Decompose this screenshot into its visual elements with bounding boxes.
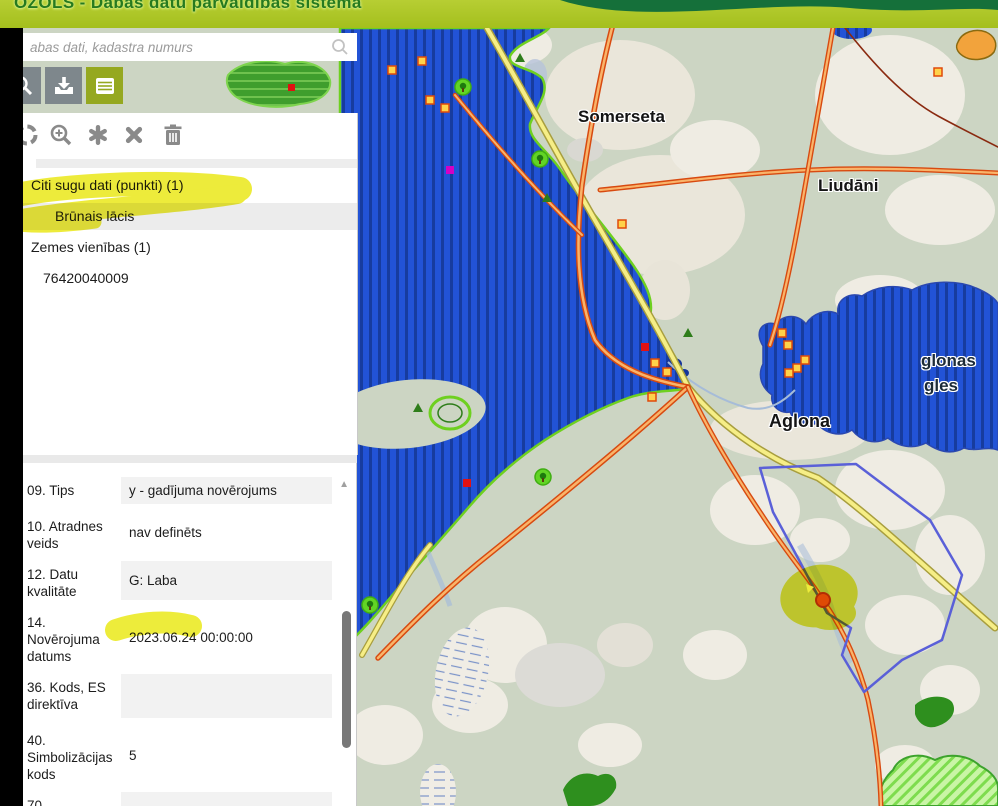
map-label-somerseta: Somerseta (578, 107, 665, 126)
asterisk-icon[interactable] (86, 123, 110, 147)
search-input[interactable] (23, 33, 331, 61)
map-label-lake-line2: gles (924, 376, 959, 395)
map-results-button[interactable] (86, 67, 123, 104)
zoom-in-icon[interactable] (49, 123, 73, 147)
attribute-value: 2023.06.24 00:00:00 (129, 629, 253, 645)
table-icon (95, 77, 114, 94)
app-header: OZOLS - Dabas datu pārvaldības sistēma (0, 0, 998, 28)
habitat-polygon-hatched (225, 60, 332, 108)
window-edge-strip (0, 28, 23, 806)
attribute-label: 09. Tips (27, 483, 75, 498)
attribute-label: 12. Datu kvalitāte (27, 567, 79, 599)
attribute-label: 14. Novērojuma datums (27, 615, 100, 664)
list-item-group-citi-sugu-dati[interactable]: Citi sugu dati (punkti) (1) (23, 172, 357, 199)
magenta-point-symbol (446, 166, 454, 174)
attribute-row: 70. OBJECTID 712358 (27, 792, 332, 806)
attribute-value: y - gadījuma novērojums (121, 477, 332, 504)
map-export-button[interactable] (45, 67, 82, 104)
pond-ring (428, 395, 472, 431)
attribute-row: 36. Kods, ES direktīva (27, 674, 332, 718)
scroll-up-arrow[interactable]: ▲ (339, 480, 349, 490)
attribute-row: 12. Datu kvalitāte G: Laba (27, 561, 332, 600)
red-point (288, 84, 295, 91)
search-icon (332, 39, 348, 55)
results-panel: Citi sugu dati (punkti) (1) Brūnais lāci… (23, 113, 358, 455)
download-icon (54, 76, 73, 94)
results-toolbar (23, 117, 357, 155)
scrollbar-thumb[interactable] (342, 611, 351, 748)
map-label-liudani: Liudāni (818, 176, 879, 195)
search-bar (23, 33, 357, 61)
attribute-row: 10. Atradnes veids nav definēts (27, 513, 332, 552)
attributes-panel: 09. Tips y - gadījuma novērojums 10. Atr… (23, 463, 357, 806)
attribute-label: 40. Simbolizācijas kods (27, 733, 113, 782)
list-item-brunais-lacis[interactable]: Brūnais lācis (23, 203, 357, 230)
trash-icon[interactable] (161, 123, 185, 147)
map-label-lake-line1: glonas (921, 351, 976, 370)
app-title: OZOLS - Dabas datu pārvaldības sistēma (14, 0, 362, 12)
locate-icon[interactable] (23, 123, 39, 147)
attribute-value (121, 674, 332, 718)
attribute-row-observation-date: 14. Novērojuma datums 2023.06.24 00:00:0… (27, 609, 332, 665)
attribute-value: 712358 (121, 792, 332, 806)
attribute-row: 40. Simbolizācijas kods 5 (27, 727, 332, 783)
list-item-group-zemes-vienibas[interactable]: Zemes vienības (1) (23, 234, 357, 261)
attribute-label: 10. Atradnes veids (27, 519, 103, 551)
attribute-value: G: Laba (121, 561, 332, 600)
list-item-parcel-number[interactable]: 76420040009 (23, 265, 357, 292)
attribute-value: 5 (129, 747, 137, 763)
map-label-aglona: Aglona (769, 411, 830, 431)
panel-divider (23, 455, 357, 463)
orange-area (955, 29, 997, 61)
attribute-value: nav definēts (129, 525, 202, 540)
attribute-row: 09. Tips y - gadījuma novērojums (27, 477, 332, 504)
horizontal-scrollbar-track[interactable] (36, 159, 357, 168)
attribute-label: 70. OBJECTID (27, 798, 46, 806)
close-icon[interactable] (122, 123, 146, 147)
attribute-label: 36. Kods, ES direktīva (27, 680, 106, 712)
